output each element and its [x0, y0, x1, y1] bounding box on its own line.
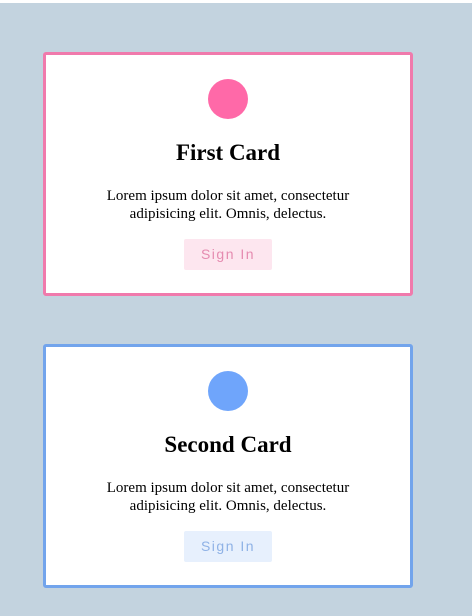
second-card: Second Card Lorem ipsum dolor sit amet, … — [43, 344, 413, 588]
card-description: Lorem ipsum dolor sit amet, consectetur … — [106, 188, 350, 222]
blue-circle-icon — [208, 371, 248, 411]
pink-circle-icon — [208, 79, 248, 119]
sign-in-button[interactable]: Sign In — [184, 531, 272, 562]
sign-in-button[interactable]: Sign In — [184, 239, 272, 270]
first-card: First Card Lorem ipsum dolor sit amet, c… — [43, 52, 413, 296]
card-description: Lorem ipsum dolor sit amet, consectetur … — [106, 480, 350, 514]
card-title: First Card — [175, 140, 281, 165]
card-title: Second Card — [164, 432, 292, 457]
